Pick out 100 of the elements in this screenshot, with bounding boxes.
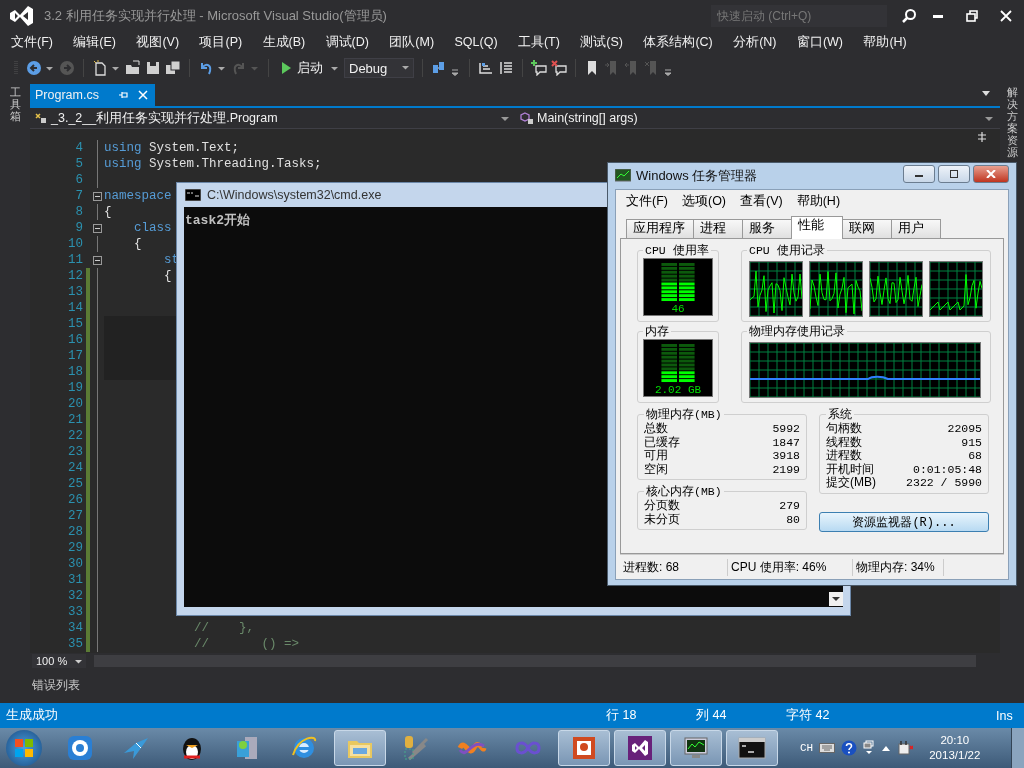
menu-item[interactable]: SQL(Q) [447,35,505,49]
plug-icon[interactable] [897,740,914,756]
start-button[interactable]: 启动 [277,57,327,79]
taskbar-button[interactable] [614,730,666,766]
line-number: 32 [67,589,84,603]
menu-item[interactable]: 生成(B) [255,33,313,51]
menu-item[interactable]: 帮助(H) [856,33,914,51]
menu-item[interactable]: 项目(P) [192,33,250,51]
menu-item[interactable]: 窗口(W) [789,33,850,51]
collapse-icon[interactable] [92,191,102,201]
task-manager-window[interactable] [607,162,1017,586]
restore-icon[interactable] [965,9,979,23]
status-text: 物理内存: 34% [853,558,944,576]
indent-icon[interactable] [478,60,494,76]
menu-item[interactable]: 查看(V) [740,192,783,210]
window-title: Windows 任务管理器 [636,167,759,185]
stat-label: 空闲 [644,462,668,476]
group-label: 内存 [644,324,670,339]
configuration-dropdown[interactable]: Debug [344,58,414,78]
start-button[interactable] [6,730,42,766]
folder-icon[interactable] [125,60,141,76]
stat-label: 未分页 [644,512,680,526]
type-dropdown[interactable]: _3._2__利用任务实现并行处理.Program [30,108,516,128]
line-number: 17 [67,349,84,363]
tab[interactable]: 用户 [891,219,941,238]
line-number: 21 [67,413,84,427]
language-indicator[interactable]: CH [800,742,814,754]
menu-item[interactable]: 帮助(H) [796,192,841,210]
menu-item[interactable]: 视图(V) [129,33,187,51]
member-dropdown[interactable]: Main(string[] args) [516,108,1000,128]
error-list-tab[interactable]: 错误列表 [32,676,80,694]
keyboard-icon[interactable] [819,742,836,754]
line-number: 11 [67,253,84,267]
dropdown-arrow-icon[interactable] [981,88,991,98]
tab[interactable]: 性能 [791,216,843,239]
collapse-icon[interactable] [92,255,102,265]
maximize-button[interactable] [938,165,970,183]
tab[interactable]: 进程 [693,219,743,238]
window-title: 3.2 利用任务实现并行处理 - Microsoft Visual Studio(管理员) [44,7,388,25]
led-meter-drawing [661,263,695,302]
minimize-button[interactable] [903,165,935,183]
taskbar-button[interactable] [726,730,778,766]
menu-item[interactable]: 体系结构(C) [636,33,720,51]
document-tab[interactable]: Program.cs [30,84,155,106]
toolbox-tab[interactable]: 工具箱 [9,86,21,123]
close-icon[interactable] [999,9,1013,23]
stat-value: 3918 [772,449,800,463]
new-file-icon[interactable] [92,60,108,76]
help-icon[interactable] [841,740,858,756]
menu-item[interactable]: 文件(F) [626,192,668,210]
save-icon[interactable] [145,60,161,76]
resource-monitor-button[interactable]: 资源监视器(R)... [819,511,989,532]
taskbar-button[interactable] [670,730,722,766]
speech-bubble-plus-icon[interactable] [531,60,547,76]
menu-item[interactable]: 团队(M) [382,33,442,51]
stat-value: 68 [968,449,982,463]
zoom-dropdown[interactable]: 100 % [32,654,86,668]
line-number: 18 [67,365,84,379]
collapse-icon[interactable] [92,223,102,233]
maximize-icon[interactable] [949,170,959,178]
scroll-down-icon[interactable] [829,592,843,606]
menu-item[interactable]: 工具(T) [510,33,567,51]
code-line: { [163,269,172,283]
up-arrow-icon[interactable] [881,744,892,752]
speech-bubble-cross-icon[interactable] [551,60,567,76]
tab[interactable]: 服务 [742,219,792,238]
code-line: namespace [104,189,172,203]
stat-value: 2199 [772,462,800,476]
line-number: 9 [74,221,84,235]
search-icon[interactable] [901,8,917,24]
group-label: 系统 [827,407,853,422]
line-number: 33 [67,605,84,619]
quick-launch-field[interactable]: 快速启动 (Ctrl+Q) [711,5,887,27]
code-line: { [133,237,142,251]
undo-icon[interactable] [198,60,214,76]
menu-item[interactable]: 编辑(E) [66,33,124,51]
tab[interactable]: 联网 [842,219,892,238]
stat-value: 0:01:05:48 [913,462,982,476]
split-icon[interactable] [976,131,988,143]
menu-item[interactable]: 测试(S) [573,33,630,51]
character-indicator: 字符 42 [786,707,831,724]
solution-explorer-tab[interactable]: 解决方案资源 [1006,86,1018,159]
line-number: 15 [67,317,84,331]
stat-label: 分页数 [644,499,680,513]
monitor-icon [615,169,631,183]
menu-item[interactable]: 选项(O) [681,192,727,210]
menu-item[interactable]: 调试(D) [318,33,376,51]
line-number: 34 [67,621,84,635]
vs-logo-icon [625,733,655,763]
menu-item[interactable]: 分析(N) [726,33,784,51]
clock[interactable]: 20:10 2013/1/22 [929,733,981,763]
save-all-icon[interactable] [165,60,181,76]
close-button[interactable] [973,165,1009,183]
tab[interactable]: 应用程序 [626,219,694,238]
menu-item[interactable]: 文件(F) [4,33,60,51]
cpu-history-graph [929,261,983,317]
line-number: 19 [67,381,84,395]
show-desktop-button[interactable] [1011,728,1024,768]
list-icon[interactable] [498,60,514,76]
pin-icon[interactable] [116,89,129,101]
